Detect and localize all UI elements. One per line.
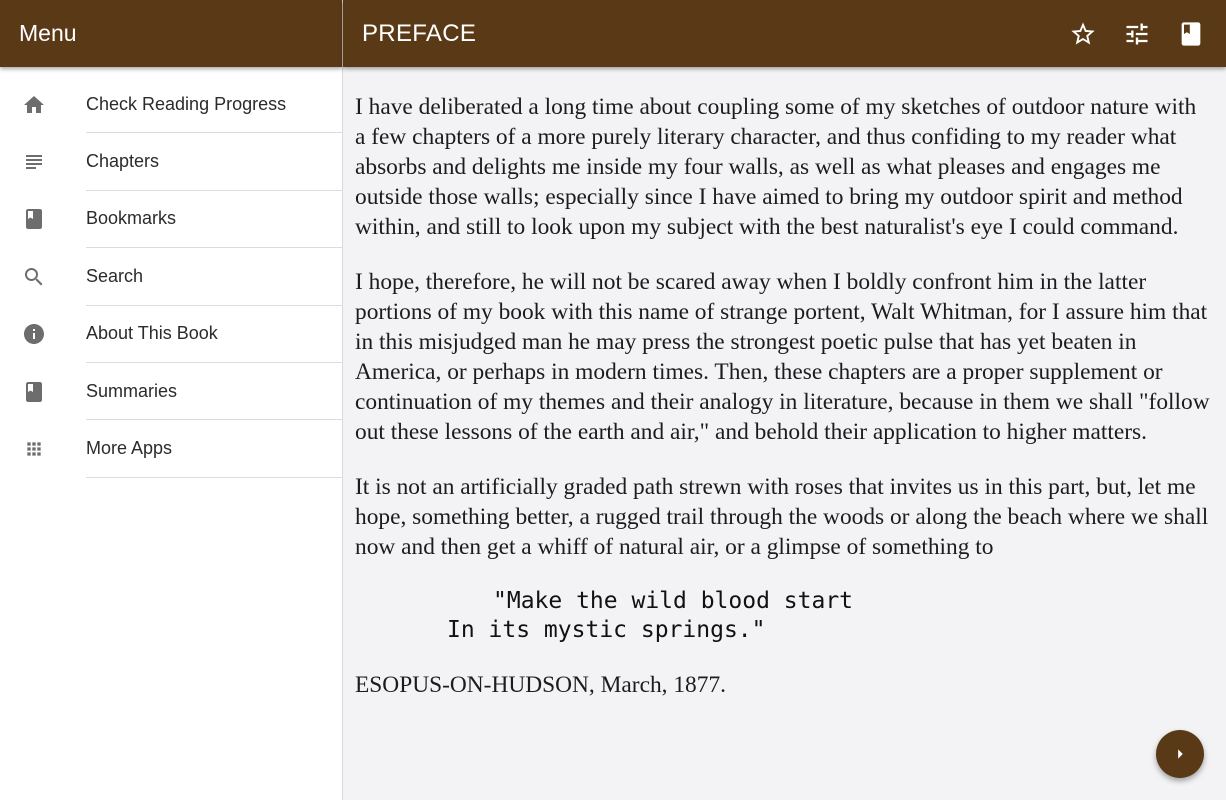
menu-item-label: Summaries (86, 363, 342, 421)
verse-line: In its mystic springs." (447, 617, 766, 643)
page-title: PREFACE (362, 19, 477, 47)
search-icon (0, 248, 86, 305)
menu-item-label: More Apps (86, 420, 342, 478)
navigation-drawer: Menu Check Reading Progress Chapters Boo… (0, 0, 343, 800)
next-page-button[interactable] (1156, 730, 1204, 778)
menu-item-check-reading-progress[interactable]: Check Reading Progress (0, 76, 342, 134)
drawer-title: Menu (0, 0, 342, 67)
menu-item-about-this-book[interactable]: About This Book (0, 306, 342, 363)
menu-item-label: Search (86, 248, 342, 306)
book-icon (0, 363, 86, 420)
chevron-right-icon (1178, 749, 1183, 759)
book-icon (1181, 21, 1201, 46)
tune-icon (1126, 23, 1148, 44)
menu-item-label: Bookmarks (86, 191, 342, 249)
menu-item-bookmarks[interactable]: Bookmarks (0, 191, 342, 249)
grid-icon (0, 420, 86, 477)
list-icon (0, 133, 86, 190)
paragraph: I hope, therefore, he will not be scared… (355, 269, 1210, 445)
menu-item-label: Chapters (86, 133, 342, 191)
home-icon (0, 76, 86, 133)
reader-pane: PREFACE I have deliberated a long time a… (343, 0, 1226, 800)
menu-item-summaries[interactable]: Summaries (0, 363, 342, 421)
info-icon (0, 306, 86, 363)
book-icon (0, 191, 86, 248)
menu-item-search[interactable]: Search (0, 248, 342, 306)
signature: ESOPUS-ON-HUDSON, March, 1877. (355, 672, 726, 698)
book-text: I have deliberated a long time about cou… (343, 67, 1226, 700)
reader-settings-button[interactable] (1110, 7, 1164, 61)
bookmark-star-button[interactable] (1056, 7, 1110, 61)
menu-item-chapters[interactable]: Chapters (0, 133, 342, 191)
paragraph: It is not an artificially graded path st… (355, 474, 1209, 560)
app-bar: PREFACE (343, 0, 1226, 67)
drawer-menu: Check Reading Progress Chapters Bookmark… (0, 67, 342, 478)
verse-line: "Make the wild blood start (493, 588, 854, 614)
app-bar-actions (1056, 7, 1218, 61)
menu-item-label: About This Book (86, 306, 342, 363)
star-icon (1071, 21, 1095, 44)
paragraph: I have deliberated a long time about cou… (355, 94, 1197, 240)
verse-quote: "Make the wild blood start In its mystic… (355, 587, 1212, 645)
menu-item-more-apps[interactable]: More Apps (0, 420, 342, 478)
bookmarks-button[interactable] (1164, 7, 1218, 61)
menu-item-label: Check Reading Progress (86, 76, 342, 134)
